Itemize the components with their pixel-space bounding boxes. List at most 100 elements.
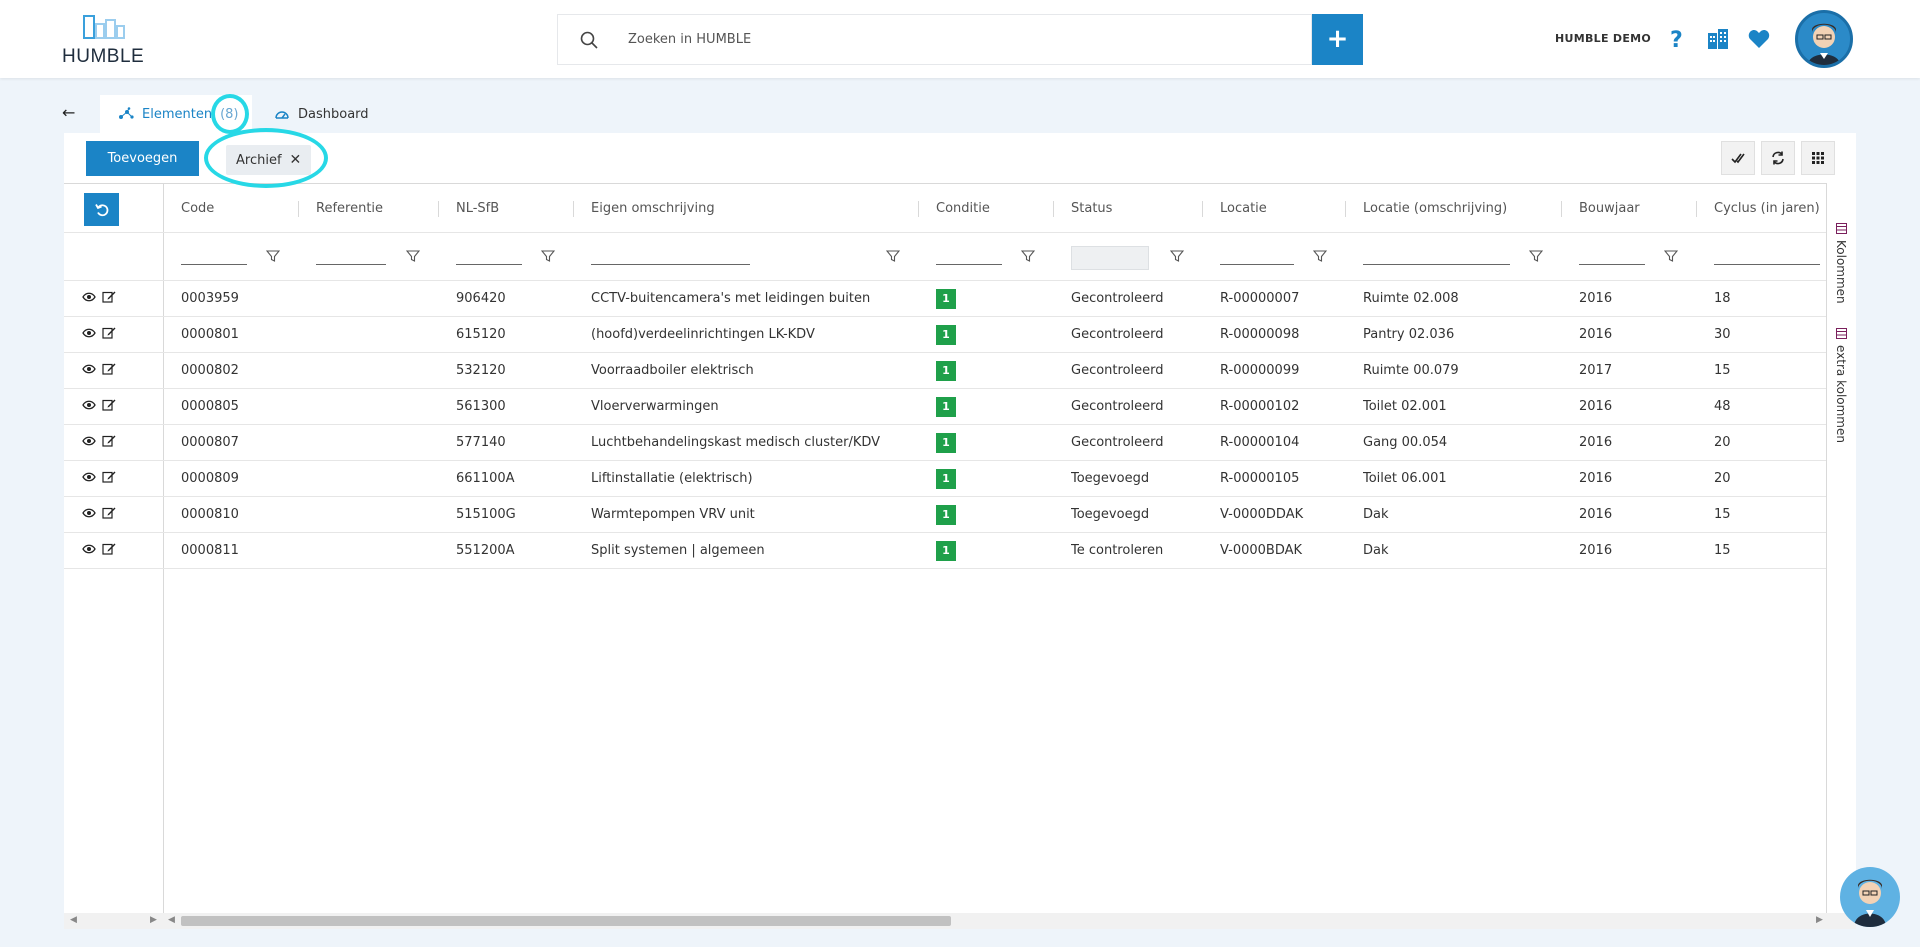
scrollbar-thumb[interactable] xyxy=(181,916,951,926)
toevoegen-button[interactable]: Toevoegen xyxy=(86,141,199,176)
global-add-button[interactable]: + xyxy=(1312,14,1363,65)
cell-conditie: 1 xyxy=(936,389,1046,424)
column-header-bouwjaar[interactable]: Bouwjaar xyxy=(1579,184,1689,232)
table-row[interactable]: 0000805 561300 Vloerverwarmingen 1 Gecontrol… xyxy=(64,389,1826,425)
heart-icon[interactable] xyxy=(1747,27,1771,51)
view-eye-icon[interactable] xyxy=(82,327,96,342)
column-separator[interactable] xyxy=(1053,201,1054,217)
cell-conditie: 1 xyxy=(936,497,1046,532)
filter-icon[interactable] xyxy=(1313,249,1327,263)
column-header-conditie[interactable]: Conditie xyxy=(936,184,1046,232)
tab-dashboard[interactable]: Dashboard xyxy=(274,95,369,133)
scroll-right-arrow-icon[interactable]: ▶ xyxy=(1816,915,1823,925)
filter-icon[interactable] xyxy=(1170,249,1184,263)
column-separator[interactable] xyxy=(1202,201,1203,217)
table-row[interactable]: 0000811 551200A Split systemen | algemeen 1… xyxy=(64,533,1826,569)
columns-icon xyxy=(1835,223,1847,234)
horizontal-scrollbar[interactable]: ◀ ▶ ◀ ▶ xyxy=(64,913,1856,929)
scroll-right-arrow-icon[interactable]: ▶ xyxy=(150,915,157,925)
column-separator[interactable] xyxy=(1345,201,1346,217)
edit-icon[interactable] xyxy=(102,326,116,343)
filter-input-bouwjaar[interactable] xyxy=(1579,264,1645,265)
edit-icon[interactable] xyxy=(102,398,116,415)
user-avatar[interactable] xyxy=(1795,10,1853,68)
column-separator[interactable] xyxy=(573,201,574,217)
humble-logo[interactable]: HUMBLE xyxy=(62,10,152,68)
filter-icon[interactable] xyxy=(1529,249,1543,263)
table-row[interactable]: 0003959 906420 CCTV-buitencamera's met lei… xyxy=(64,281,1826,317)
organization-name[interactable]: HUMBLE DEMO xyxy=(1555,32,1651,45)
cell-code: 0000810 xyxy=(181,507,239,522)
view-eye-icon[interactable] xyxy=(82,507,96,522)
help-chat-avatar[interactable] xyxy=(1840,867,1900,927)
extra-kolommen-toggle[interactable]: extra kolommen xyxy=(1834,328,1848,443)
column-header-cyclus[interactable]: Cyclus (in jaren) xyxy=(1714,184,1826,232)
column-header-nlsfb[interactable]: NL-SfB xyxy=(456,184,566,232)
edit-icon[interactable] xyxy=(102,542,116,559)
view-eye-icon[interactable] xyxy=(82,471,96,486)
filter-icon[interactable] xyxy=(1664,249,1678,263)
cell-cyclus: 15 xyxy=(1714,363,1731,378)
column-header-locatie[interactable]: Locatie xyxy=(1220,184,1340,232)
edit-icon[interactable] xyxy=(102,362,116,379)
search-input[interactable] xyxy=(628,15,1228,64)
kolommen-toggle[interactable]: Kolommen xyxy=(1834,223,1848,304)
grid-view-button[interactable] xyxy=(1801,141,1835,175)
table-row[interactable]: 0000801 615120 (hoofd)verdeelinrichtingen … xyxy=(64,317,1826,353)
filter-input-locatie[interactable] xyxy=(1220,264,1294,265)
edit-icon[interactable] xyxy=(102,290,116,307)
buildings-icon[interactable] xyxy=(1706,27,1730,51)
filter-icon[interactable] xyxy=(406,249,420,263)
edit-icon[interactable] xyxy=(102,470,116,487)
filter-input-conditie[interactable] xyxy=(936,264,1002,265)
row-actions xyxy=(82,389,152,424)
view-eye-icon[interactable] xyxy=(82,399,96,414)
column-header-referentie[interactable]: Referentie xyxy=(316,184,426,232)
help-icon[interactable]: ? xyxy=(1665,27,1689,51)
table-row[interactable]: 0000810 515100G Warmtepompen VRV unit 1 Toeg… xyxy=(64,497,1826,533)
cell-locatie-omschrijving: Pantry 02.036 xyxy=(1363,327,1455,342)
view-eye-icon[interactable] xyxy=(82,543,96,558)
filter-input-locatie-omschrijving[interactable] xyxy=(1363,264,1510,265)
column-header-status[interactable]: Status xyxy=(1071,184,1181,232)
column-separator[interactable] xyxy=(918,201,919,217)
column-header-locatie-omschrijving[interactable]: Locatie (omschrijving) xyxy=(1363,184,1553,232)
filter-input-referentie[interactable] xyxy=(316,264,386,265)
cell-nlsfb: 577140 xyxy=(456,435,506,450)
scroll-left-arrow-icon[interactable]: ◀ xyxy=(168,915,175,925)
column-separator[interactable] xyxy=(1696,201,1697,217)
filter-input-omschrijving[interactable] xyxy=(591,264,750,265)
filter-input-cyclus[interactable] xyxy=(1714,264,1820,265)
filter-icon[interactable] xyxy=(886,249,900,263)
refresh-button[interactable] xyxy=(1761,141,1795,175)
cell-conditie: 1 xyxy=(936,281,1046,316)
reset-grid-button[interactable] xyxy=(84,193,119,226)
cell-bouwjaar: 2016 xyxy=(1579,327,1613,342)
filter-select-status[interactable] xyxy=(1071,246,1149,270)
edit-icon[interactable] xyxy=(102,434,116,451)
column-separator[interactable] xyxy=(1561,201,1562,217)
column-header-eigen-omschrijving[interactable]: Eigen omschrijving xyxy=(591,184,891,232)
view-eye-icon[interactable] xyxy=(82,363,96,378)
scroll-left-arrow-icon[interactable]: ◀ xyxy=(70,915,77,925)
column-header-code[interactable]: Code xyxy=(181,184,291,232)
view-eye-icon[interactable] xyxy=(82,291,96,306)
back-arrow-icon[interactable]: ← xyxy=(62,103,75,122)
table-row[interactable]: 0000809 661100A Liftinstallatie (elektrisc… xyxy=(64,461,1826,497)
view-eye-icon[interactable] xyxy=(82,435,96,450)
table-row[interactable]: 0000802 532120 Voorraadboiler elektrisch 1 G… xyxy=(64,353,1826,389)
filter-icon[interactable] xyxy=(266,249,280,263)
cell-omschrijving: Warmtepompen VRV unit xyxy=(591,507,755,522)
filter-input-code[interactable] xyxy=(181,264,247,265)
edit-icon[interactable] xyxy=(102,506,116,523)
filter-input-nlsfb[interactable] xyxy=(456,264,522,265)
select-all-button[interactable] xyxy=(1721,141,1755,175)
filter-icon[interactable] xyxy=(1021,249,1035,263)
cell-bouwjaar: 2016 xyxy=(1579,435,1613,450)
column-separator[interactable] xyxy=(298,201,299,217)
cell-locatie: R-00000098 xyxy=(1220,327,1300,342)
column-separator[interactable] xyxy=(438,201,439,217)
search-icon xyxy=(580,31,598,49)
table-row[interactable]: 0000807 577140 Luchtbehandelingskast medis… xyxy=(64,425,1826,461)
filter-icon[interactable] xyxy=(541,249,555,263)
